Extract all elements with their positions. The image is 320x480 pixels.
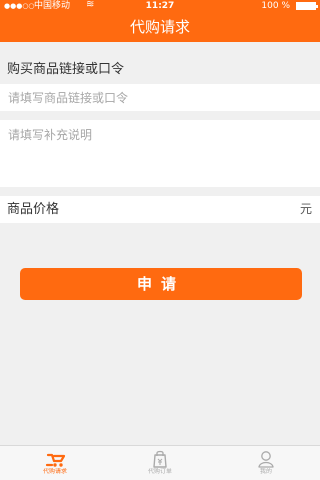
supplement-note-input[interactable] — [0, 120, 320, 187]
price-unit: 元 — [299, 202, 312, 216]
tab-me[interactable]: 我的 — [236, 449, 296, 480]
battery-percent: 100 % — [261, 1, 290, 11]
product-link-input[interactable] — [0, 84, 320, 111]
tab-label-me: 我的 — [260, 468, 272, 475]
price-input[interactable] — [70, 198, 290, 220]
purchase-request-screen: ●●●○○ 中国移动 ≋ 11:27 100 % 代购请求 购买商品链接或口令 … — [0, 0, 320, 480]
tab-label-purchase-orders: 代购订单 — [148, 468, 172, 475]
tab-label-purchase-request: 代购请求 — [43, 468, 67, 475]
price-label: 商品价格 — [7, 202, 60, 217]
page-title: 代购请求 — [0, 12, 320, 42]
user-icon — [258, 451, 274, 468]
tab-purchase-request[interactable]: 代购请求 — [25, 449, 85, 480]
status-bar: ●●●○○ 中国移动 ≋ 11:27 100 % — [0, 0, 320, 12]
submit-button[interactable]: 申请 — [20, 268, 302, 300]
link-section-label: 购买商品链接或口令 — [0, 58, 320, 82]
order-bag-icon — [153, 450, 167, 468]
bottom-tab-bar: 代购请求 代购订单 我的 — [0, 445, 320, 480]
cart-icon — [45, 453, 66, 467]
battery-icon — [296, 2, 318, 10]
tab-purchase-orders[interactable]: 代购订单 — [130, 449, 190, 480]
price-row: 商品价格 元 — [0, 196, 320, 223]
